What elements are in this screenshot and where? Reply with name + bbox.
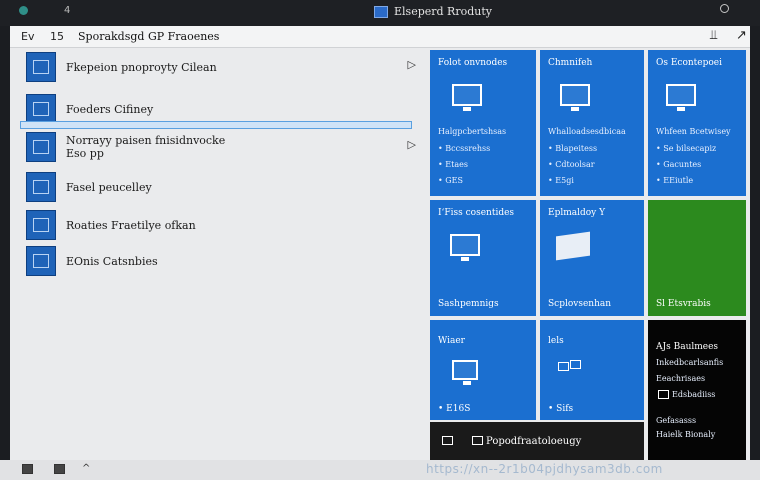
chevron-right-icon: ▷ <box>407 58 416 71</box>
workspace-number: 4 <box>64 5 71 16</box>
list-item-label: Foeders Cifiney <box>66 102 154 116</box>
tile-line: • EEiutle <box>656 176 694 185</box>
list-item-label: Fasel peucelley <box>66 180 152 194</box>
list-item-line-1: Norrayy paisen fnisidnvocke <box>66 134 226 147</box>
tile-line: • Gacuntes <box>656 160 702 169</box>
list-item[interactable]: Roaties Fraetilye ofkan <box>26 208 416 242</box>
monitor-icon <box>658 390 669 399</box>
display-icon <box>26 246 56 276</box>
tile-title: Os Econtepoei <box>656 58 723 68</box>
header-number: 15 <box>50 30 64 43</box>
chevron-up-icon[interactable]: ^ <box>82 463 90 474</box>
tile[interactable]: AJs Baulmees Inkedbcarlsanfis Eeachrisae… <box>648 320 746 460</box>
monitor-icon <box>442 436 453 445</box>
monitor-icon <box>560 84 590 111</box>
tile[interactable]: Wiaer • E16S <box>430 320 536 420</box>
tile-line: • Cdtoolsar <box>548 160 595 169</box>
tile-title: AJs Baulmees <box>656 342 719 352</box>
tile-line: Haielk Bionaly <box>656 430 716 439</box>
watermark-url: https://xn--2r1b04pjdhysam3db.com <box>426 462 663 476</box>
link-icon <box>472 436 483 445</box>
window-icon <box>26 94 56 124</box>
chevron-right-icon: ▷ <box>407 138 416 151</box>
close-icon[interactable]: ↗ <box>736 28 747 43</box>
monitor-icon <box>452 360 478 385</box>
tile-title: Folot onvnodes <box>438 58 508 68</box>
tile-line: • Etaes <box>438 160 468 169</box>
taskbar: ^ https://xn--2r1b04pjdhysam3db.com <box>0 460 760 480</box>
tile[interactable]: Os Econtepoei Whfeen Bcetwisey • Se bils… <box>648 50 746 196</box>
list-item[interactable]: Fasel peucelley <box>26 170 416 204</box>
list-item[interactable]: Fkepeion pnoproyty Cilean ▷ <box>26 50 416 84</box>
settings-icon <box>26 210 56 240</box>
tile-line: • Se bilsecapiz <box>656 144 717 153</box>
monitor-icon <box>666 84 696 111</box>
list-item-label: Fkepeion pnoproyty Cilean <box>66 60 217 74</box>
top-bar: 4 Elseperd Rroduty <box>0 0 760 26</box>
tile[interactable]: Eplmaldoy Y Scplovsenhan <box>540 200 644 316</box>
device-icon <box>570 360 581 369</box>
tile-footer: Scplovsenhan <box>548 299 612 309</box>
list-item[interactable]: Norrayy paisen fnisidnvocke Eso pp ▷ <box>26 130 416 164</box>
tile-footer: Sashpemnigs <box>438 299 499 309</box>
tile-line: Inkedbcarlsanfis <box>656 358 724 367</box>
selection-bar <box>20 121 412 129</box>
tile[interactable]: Chmnifeh Whalloadsesdbicaa • Blapeitess … <box>540 50 644 196</box>
window-title: Elseperd Rroduty <box>394 5 492 18</box>
list-item-line-2: Eso pp <box>66 147 104 160</box>
app-status-icon <box>19 6 28 15</box>
taskview-icon[interactable] <box>54 464 65 474</box>
power-icon[interactable] <box>720 4 729 13</box>
tile-title: Wiaer <box>438 336 465 346</box>
folder-icon <box>26 172 56 202</box>
start-icon[interactable] <box>22 464 33 474</box>
tile-line: Gefasasss <box>656 416 697 425</box>
tile-line: Halgpcbertshsas <box>438 127 507 136</box>
tile-line: • Bccssrehss <box>438 144 491 153</box>
back-button[interactable]: Ev <box>21 30 34 43</box>
tile-footer: • Sifs <box>548 404 574 414</box>
tile-line: • Blapeitess <box>548 144 598 153</box>
tile-line: Eeachrisaes <box>656 374 706 383</box>
tile-footer: • E16S <box>438 404 471 414</box>
tile[interactable]: Folot onvnodes Halgpcbertshsas • Bccssre… <box>430 50 536 196</box>
window-title-area[interactable]: Elseperd Rroduty <box>374 5 492 18</box>
list-item-label: EOnis Catsnbies <box>66 254 158 268</box>
tile-footer: Popodfraatoloeugy <box>486 436 582 447</box>
app-icon <box>374 5 388 18</box>
device-icon <box>558 362 569 371</box>
tile-line: • GES <box>438 176 463 185</box>
display-icon <box>26 52 56 82</box>
network-icon <box>26 132 56 162</box>
settings-window: Ev 15 Sporakdsgd GP Fraoenes ⫫ ↗ Fkepeio… <box>10 26 750 460</box>
tile-title: lels <box>548 336 564 346</box>
tile-grid: Folot onvnodes Halgpcbertshsas • Bccssre… <box>430 50 746 460</box>
monitor-icon <box>450 234 480 261</box>
window-header: Ev 15 Sporakdsgd GP Fraoenes ⫫ ↗ <box>10 26 750 48</box>
tile[interactable]: Sl Etsvrabis <box>648 200 746 316</box>
tile[interactable]: Popodfraatoloeugy <box>430 422 644 460</box>
tile-line: • E5gi <box>548 176 574 185</box>
tile-title: IʻFiss cosentides <box>438 208 515 218</box>
tile-footer: Sl Etsvrabis <box>656 299 711 309</box>
tile[interactable]: IʻFiss cosentides Sashpemnigs <box>430 200 536 316</box>
tile[interactable]: lels • Sifs <box>540 320 644 420</box>
panel-icon <box>556 231 590 261</box>
list-item[interactable]: EOnis Catsnbies <box>26 244 416 278</box>
tile-title: Eplmaldoy Y <box>548 208 606 218</box>
list-item-label: Roaties Fraetilye ofkan <box>66 218 196 232</box>
list-item-label: Norrayy paisen fnisidnvocke Eso pp <box>66 134 225 160</box>
pin-icon[interactable]: ⫫ <box>710 28 717 43</box>
monitor-icon <box>452 84 482 111</box>
tile-line: Whalloadsesdbicaa <box>548 127 626 136</box>
tile-title: Chmnifeh <box>548 58 593 68</box>
tile-line: Whfeen Bcetwisey <box>656 127 731 136</box>
screen: 4 Elseperd Rroduty Ev 15 Sporakdsgd GP F… <box>0 0 760 480</box>
page-title: Sporakdsgd GP Fraoenes <box>78 30 220 43</box>
tile-line: Edsbadiiss <box>672 390 716 399</box>
